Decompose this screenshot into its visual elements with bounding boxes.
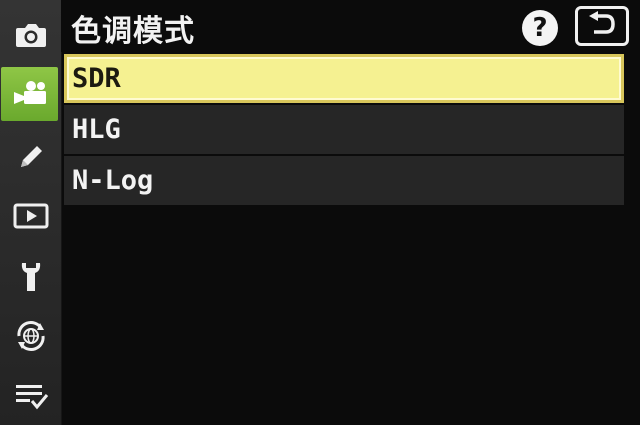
sidebar-item-playback[interactable] [0,187,61,245]
menu-item-n-log[interactable]: N-Log [64,156,624,205]
sidebar-item-retouch[interactable] [0,128,61,186]
tone-mode-menu: SDR HLG N-Log [64,54,624,207]
wrench-icon [18,260,44,294]
sidebar [0,0,62,425]
menu-item-sdr[interactable]: SDR [64,54,624,103]
help-button[interactable]: ? [522,10,558,46]
back-button[interactable] [575,6,629,46]
network-globe-icon [13,318,49,354]
sidebar-item-setup[interactable] [0,248,61,306]
sidebar-item-my-menu[interactable] [0,367,61,425]
movie-camera-icon [11,79,49,109]
pencil-icon [15,141,47,173]
sidebar-item-movie-shooting[interactable] [1,67,58,121]
page-title: 色调模式 [71,14,195,49]
camera-icon [14,21,48,49]
sidebar-item-photo-shooting[interactable] [0,6,61,64]
my-menu-icon [13,380,49,412]
playback-icon [13,202,49,230]
help-icon: ? [532,13,548,43]
back-arrow-icon [586,11,618,41]
menu-item-hlg[interactable]: HLG [64,105,624,154]
sidebar-item-network[interactable] [0,307,61,365]
header: 色调模式 ? [61,0,640,52]
